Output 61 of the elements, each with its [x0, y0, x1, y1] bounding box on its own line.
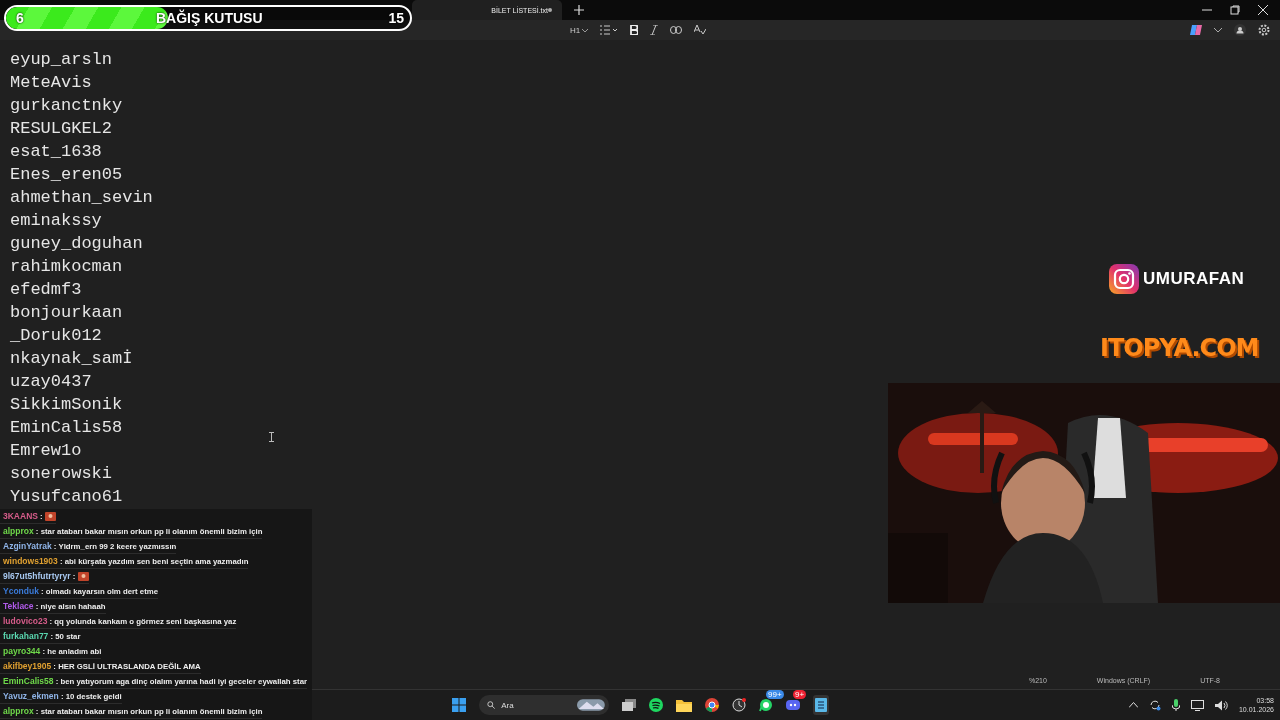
instagram-icon — [1109, 264, 1139, 294]
task-view-icon[interactable] — [622, 699, 636, 711]
emote-icon — [77, 572, 89, 582]
speaker-icon[interactable] — [1214, 699, 1228, 711]
chevron-up-icon[interactable] — [1128, 702, 1138, 708]
donation-goal: 15 — [388, 10, 404, 26]
instagram-handle: UMURAFAN — [1143, 269, 1245, 289]
search-input[interactable]: Ara — [501, 700, 572, 710]
emote-icon — [44, 512, 56, 522]
text-line: guney_doguhan — [10, 233, 143, 255]
text-line: nkaynak_samİ — [10, 348, 133, 370]
account-icon[interactable] — [1234, 24, 1246, 36]
text-line: rahimkocman — [10, 256, 123, 278]
settings-icon[interactable] — [1258, 24, 1270, 36]
app-icon[interactable] — [732, 698, 746, 712]
close-icon[interactable] — [1258, 5, 1268, 15]
notification-badge: 9+ — [793, 690, 807, 699]
text-line: RESULGKEL2 — [10, 118, 113, 140]
heading-dropdown[interactable]: H1 — [570, 25, 589, 35]
list-icon[interactable] — [600, 25, 619, 35]
text-line: eminakssy — [10, 210, 102, 232]
windows-start-icon[interactable] — [452, 698, 466, 712]
folder-icon[interactable] — [676, 698, 692, 712]
text-line: gurkanctnky — [10, 95, 123, 117]
chrome-icon[interactable] — [705, 698, 719, 712]
spellcheck-icon[interactable] — [694, 24, 707, 36]
text-line: _Doruk012 — [10, 325, 102, 347]
text-line: ahmethan_sevin — [10, 187, 153, 209]
caret-icon[interactable] — [1214, 27, 1222, 33]
whatsapp-icon[interactable] — [759, 698, 773, 712]
search-icon[interactable] — [487, 700, 496, 710]
text-line: esat_1638 — [10, 141, 102, 163]
notepad-icon[interactable] — [813, 695, 829, 715]
bold-icon[interactable] — [630, 25, 639, 35]
copilot-icon[interactable] — [1190, 24, 1202, 36]
search-bar[interactable]: Ara — [479, 695, 609, 715]
text-cursor-icon — [269, 432, 274, 442]
text-line: bonjourkaan — [10, 302, 123, 324]
text-line: efedmf3 — [10, 279, 82, 301]
text-line: uzay0437 — [10, 371, 92, 393]
text-line: MeteAvis — [10, 72, 92, 94]
caret-icon — [582, 28, 589, 33]
sponsor-logo: ITOPYA.COM — [1100, 334, 1259, 362]
text-line: Emrew1o — [10, 440, 82, 462]
spotify-icon[interactable] — [649, 698, 663, 712]
text-line: SikkimSonik — [10, 394, 123, 416]
donation-count: 6 — [16, 10, 24, 26]
text-line: Yusufcano61 — [10, 486, 123, 508]
sync-icon[interactable] — [1148, 699, 1161, 711]
restore-icon[interactable] — [1230, 5, 1240, 15]
mountain-icon — [577, 698, 605, 712]
notification-badge: 99+ — [766, 690, 784, 699]
text-line: Enes_eren05 — [10, 164, 123, 186]
discord-icon[interactable] — [786, 698, 800, 712]
text-line: sonerowski — [10, 463, 113, 485]
text-line: EminCalis58 — [10, 417, 123, 439]
link-icon[interactable] — [670, 26, 683, 34]
text-line: eyup_arsln — [10, 49, 113, 71]
italic-icon[interactable] — [650, 25, 659, 35]
new-tab-button[interactable] — [572, 3, 586, 17]
microphone-icon[interactable] — [1171, 699, 1180, 711]
